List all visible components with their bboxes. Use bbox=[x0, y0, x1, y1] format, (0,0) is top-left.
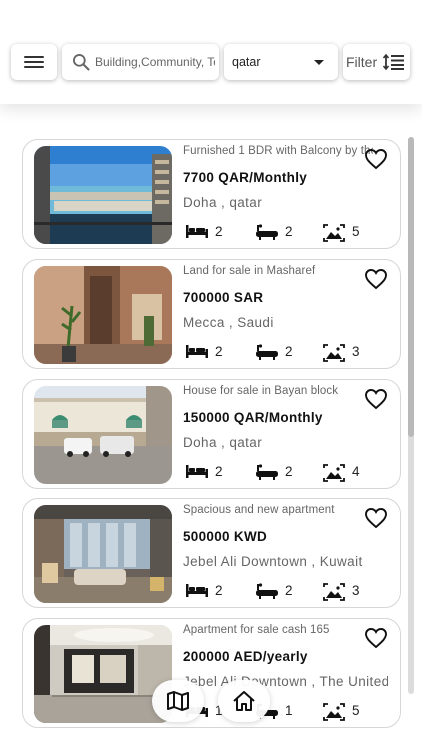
listing-title: House for sale in Bayan block bbox=[183, 385, 339, 397]
search-input[interactable] bbox=[95, 44, 215, 80]
photos-count: 5 bbox=[352, 703, 360, 718]
listing-location: Mecca , Saudi bbox=[183, 315, 274, 330]
bathrooms-count: 1 bbox=[285, 703, 293, 718]
bathrooms-count: 2 bbox=[285, 583, 293, 598]
photos-count: 5 bbox=[352, 224, 360, 239]
bedrooms-count: 2 bbox=[215, 344, 223, 359]
listing-card[interactable]: Apartment for sale cash 165 200000 AED/y… bbox=[22, 618, 401, 728]
listing-location: Jebel Ali Downtown , Kuwait bbox=[183, 554, 363, 569]
listing-location: Doha , qatar bbox=[183, 435, 263, 450]
map-icon bbox=[167, 691, 189, 711]
map-view-button[interactable] bbox=[152, 680, 204, 722]
listing-photo bbox=[34, 386, 172, 484]
photos-count: 3 bbox=[352, 583, 360, 598]
listing-location: Doha , qatar bbox=[183, 195, 263, 210]
listing-photo bbox=[34, 505, 172, 603]
heart-outline-icon[interactable] bbox=[364, 627, 388, 649]
image-gallery-icon bbox=[323, 344, 345, 362]
listing-photo bbox=[34, 625, 172, 723]
location-select[interactable]: qatar bbox=[224, 44, 338, 80]
image-gallery-icon bbox=[323, 464, 345, 482]
top-bar: qatar Filter bbox=[0, 0, 422, 104]
bathtub-icon bbox=[256, 224, 278, 240]
listing-card[interactable]: Land for sale in Masharef 700000 SAR Mec… bbox=[22, 259, 401, 369]
image-gallery-icon bbox=[323, 583, 345, 601]
bathtub-icon bbox=[256, 583, 278, 599]
home-icon bbox=[233, 691, 255, 711]
filter-label: Filter bbox=[346, 54, 378, 70]
listing-price: 700000 SAR bbox=[183, 290, 264, 305]
listing-card[interactable]: Furnished 1 BDR with Balcony by the sea … bbox=[22, 139, 401, 249]
heart-outline-icon[interactable] bbox=[364, 268, 388, 290]
heart-outline-icon[interactable] bbox=[364, 148, 388, 170]
hamburger-menu-icon-line bbox=[24, 66, 44, 68]
bedrooms-count: 2 bbox=[215, 224, 223, 239]
listing-title: Spacious and new apartment bbox=[183, 504, 335, 516]
listing-price: 150000 QAR/Monthly bbox=[183, 410, 323, 425]
listing-photo bbox=[34, 266, 172, 364]
listing-card[interactable]: House for sale in Bayan block 150000 QAR… bbox=[22, 379, 401, 489]
bed-icon bbox=[186, 465, 208, 478]
listing-photo bbox=[34, 146, 172, 244]
menu-button[interactable] bbox=[11, 44, 57, 80]
bedrooms-count: 2 bbox=[215, 583, 223, 598]
listing-price: 500000 KWD bbox=[183, 529, 268, 544]
search-icon bbox=[73, 54, 90, 71]
hamburger-menu-icon bbox=[24, 56, 44, 58]
heart-outline-icon[interactable] bbox=[364, 388, 388, 410]
listing-card[interactable]: Spacious and new apartment 500000 KWD Je… bbox=[22, 498, 401, 608]
bathtub-icon bbox=[256, 344, 278, 360]
caret-down-icon bbox=[314, 60, 324, 65]
bathrooms-count: 2 bbox=[285, 464, 293, 479]
listing-title: Apartment for sale cash 165 bbox=[183, 624, 330, 636]
photos-count: 3 bbox=[352, 344, 360, 359]
sort-filter-icon bbox=[383, 53, 404, 71]
image-gallery-icon bbox=[323, 224, 345, 242]
listing-title: Land for sale in Masharef bbox=[183, 265, 316, 277]
listing-price: 200000 AED/yearly bbox=[183, 649, 308, 664]
bed-icon bbox=[186, 584, 208, 597]
home-button[interactable] bbox=[218, 680, 270, 722]
search-box[interactable] bbox=[62, 44, 219, 80]
bed-icon bbox=[186, 225, 208, 238]
bathrooms-count: 2 bbox=[285, 344, 293, 359]
filter-button[interactable]: Filter bbox=[343, 44, 410, 80]
bathtub-icon bbox=[256, 464, 278, 480]
bedrooms-count: 2 bbox=[215, 464, 223, 479]
bathrooms-count: 2 bbox=[285, 224, 293, 239]
photos-count: 4 bbox=[352, 464, 360, 479]
bed-icon bbox=[186, 345, 208, 358]
scrollbar-thumb[interactable] bbox=[408, 137, 414, 437]
listing-location: Jebel Ali Downtown , The United bbox=[183, 674, 388, 689]
listing-title: Furnished 1 BDR with Balcony by the sea bbox=[183, 145, 373, 157]
location-select-value: qatar bbox=[232, 55, 261, 69]
image-gallery-icon bbox=[323, 703, 345, 721]
hamburger-menu-icon-line bbox=[24, 61, 44, 63]
listing-price: 7700 QAR/Monthly bbox=[183, 170, 308, 185]
heart-outline-icon[interactable] bbox=[364, 507, 388, 529]
